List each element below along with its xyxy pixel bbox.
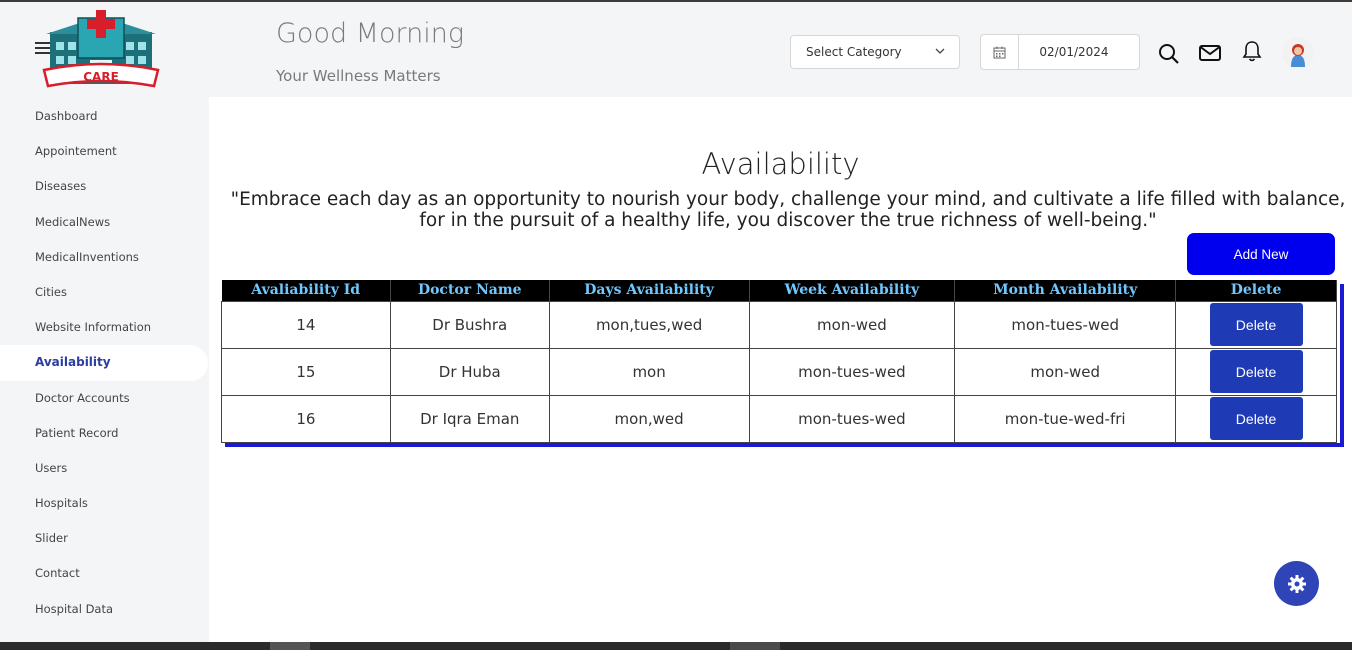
cell-week-availability: mon-tues-wed (748, 347, 956, 396)
greeting-tagline: Your Wellness Matters (276, 67, 441, 85)
mail-icon[interactable] (1199, 42, 1221, 64)
sidebar-nav: Dashboard Appointement Diseases MedicalN… (0, 99, 209, 627)
column-header-days-availability[interactable]: Days Availability (549, 280, 750, 301)
availability-table: Avaliability Id Doctor Name Days Availab… (221, 280, 1337, 443)
cell-week-availability: mon-wed (748, 300, 956, 349)
chevron-down-icon (935, 48, 945, 54)
sidebar-item-dashboard[interactable]: Dashboard (0, 99, 209, 134)
cell-month-availability: mon-wed (954, 347, 1177, 396)
table-header-row: Avaliability Id Doctor Name Days Availab… (221, 280, 1337, 301)
add-new-button[interactable]: Add New (1187, 233, 1335, 275)
column-header-week-availability[interactable]: Week Availability (749, 280, 956, 301)
column-header-doctor-name[interactable]: Doctor Name (390, 280, 550, 301)
sidebar-item-patient-record[interactable]: Patient Record (0, 416, 209, 451)
cell-week-availability: mon-tues-wed (748, 394, 956, 443)
category-select-value: Select Category (806, 45, 902, 59)
cell-delete: Delete (1175, 300, 1337, 349)
os-taskbar (0, 642, 1352, 650)
table-row: 16 Dr Iqra Eman mon,wed mon-tues-wed mon… (221, 394, 1337, 443)
cell-availability-id: 14 (221, 300, 391, 349)
sidebar: CARE Dashboard Appointement Diseases Med… (0, 2, 209, 642)
care-hospital-logo[interactable]: CARE (40, 10, 162, 94)
avatar-icon (1282, 37, 1314, 69)
column-header-delete[interactable]: Delete (1175, 280, 1337, 301)
cell-doctor-name: Dr Bushra (389, 300, 550, 349)
cell-availability-id: 15 (221, 347, 391, 396)
cell-month-availability: mon-tues-wed (954, 300, 1177, 349)
sidebar-item-hospital-data[interactable]: Hospital Data (0, 592, 209, 627)
cell-days-availability: mon (548, 347, 750, 396)
column-header-month-availability[interactable]: Month Availability (954, 280, 1177, 301)
cell-month-availability: mon-tue-wed-fri (954, 394, 1177, 443)
sidebar-item-contact[interactable]: Contact (0, 556, 209, 591)
cell-doctor-name: Dr Huba (389, 347, 550, 396)
sidebar-item-diseases[interactable]: Diseases (0, 169, 209, 204)
sidebar-item-cities[interactable]: Cities (0, 275, 209, 310)
date-picker[interactable]: 02/01/2024 (980, 34, 1140, 70)
bell-icon[interactable] (1241, 40, 1263, 62)
cell-days-availability: mon,wed (548, 394, 750, 443)
calendar-icon[interactable] (981, 35, 1019, 69)
cell-days-availability: mon,tues,wed (548, 300, 750, 349)
table-row: 15 Dr Huba mon mon-tues-wed mon-wed Dele… (221, 347, 1337, 396)
sidebar-item-availability[interactable]: Availability (0, 345, 208, 381)
taskbar-app-icon[interactable] (730, 642, 780, 650)
taskbar-app-icon[interactable] (270, 642, 310, 650)
sidebar-item-slider[interactable]: Slider (0, 521, 209, 556)
cell-doctor-name: Dr Iqra Eman (389, 394, 550, 443)
wellness-quote: "Embrace each day as an opportunity to n… (230, 189, 1346, 231)
settings-floating-button[interactable] (1274, 561, 1319, 606)
greeting-heading: Good Morning (276, 18, 465, 49)
category-select[interactable]: Select Category (790, 35, 960, 69)
sidebar-item-doctor-accounts[interactable]: Doctor Accounts (0, 381, 209, 416)
sidebar-item-appointment[interactable]: Appointement (0, 134, 209, 169)
delete-button[interactable]: Delete (1209, 397, 1303, 440)
sidebar-item-users[interactable]: Users (0, 451, 209, 486)
sidebar-item-website-information[interactable]: Website Information (0, 310, 209, 345)
gear-icon (1287, 574, 1306, 593)
cell-delete: Delete (1175, 347, 1337, 396)
availability-table-container: Avaliability Id Doctor Name Days Availab… (221, 280, 1340, 443)
search-icon[interactable] (1158, 43, 1180, 65)
cell-availability-id: 16 (221, 394, 391, 443)
delete-button[interactable]: Delete (1209, 350, 1303, 393)
logo-text: CARE (83, 70, 119, 84)
sidebar-item-medical-news[interactable]: MedicalNews (0, 205, 209, 240)
page-title: Availability (701, 147, 860, 181)
user-avatar[interactable] (1282, 37, 1314, 69)
cell-delete: Delete (1175, 394, 1337, 443)
delete-button[interactable]: Delete (1209, 303, 1303, 346)
date-input[interactable]: 02/01/2024 (1019, 35, 1129, 69)
column-header-availability-id[interactable]: Avaliability Id (221, 280, 391, 301)
sidebar-item-hospitals[interactable]: Hospitals (0, 486, 209, 521)
sidebar-item-medical-inventions[interactable]: MedicalInventions (0, 240, 209, 275)
table-row: 14 Dr Bushra mon,tues,wed mon-wed mon-tu… (221, 300, 1337, 349)
main-content: Availability "Embrace each day as an opp… (209, 97, 1352, 642)
